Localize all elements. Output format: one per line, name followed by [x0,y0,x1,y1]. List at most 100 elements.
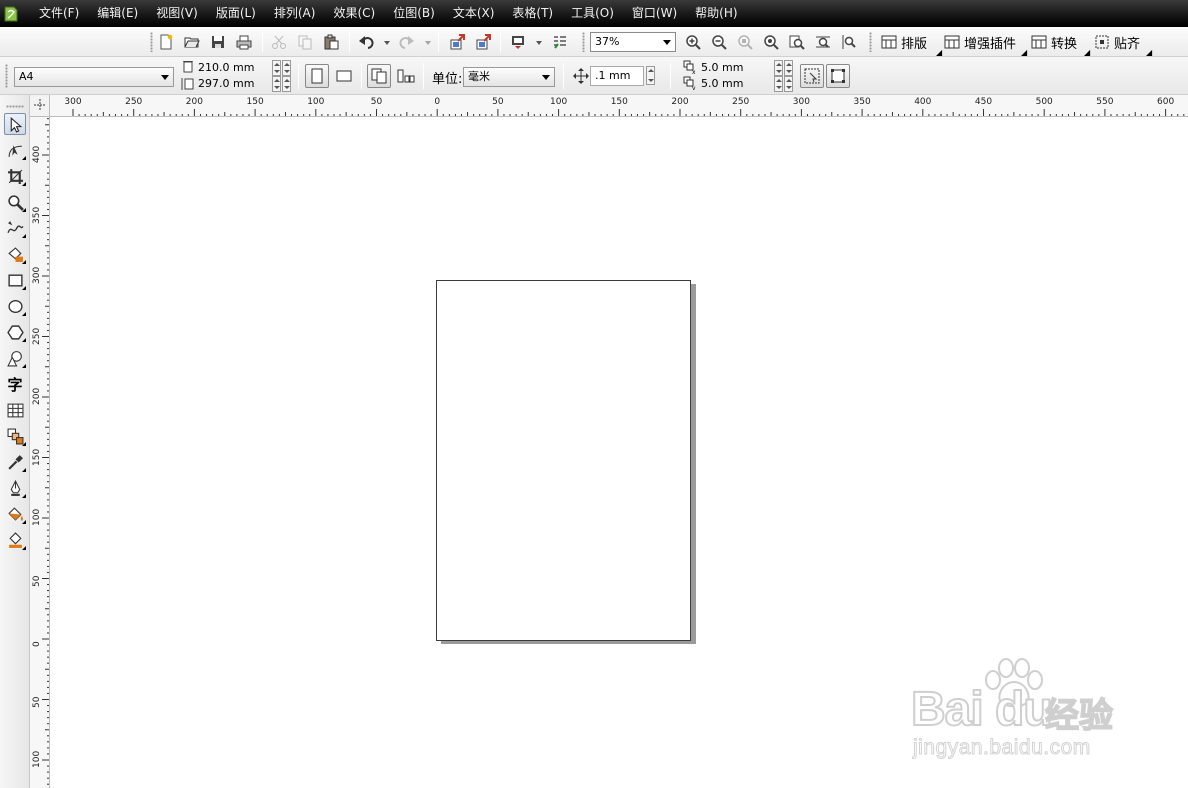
print-icon[interactable] [233,31,255,53]
duplicate-y-spinner-down[interactable] [774,76,783,92]
duplicate-x-spinner-down[interactable] [774,60,783,76]
units-select[interactable]: 毫米 [463,67,555,87]
plugin-enhance-button[interactable]: 增强插件 [944,31,1016,53]
paper-size-select[interactable]: A4 [14,67,174,87]
menu-window[interactable]: 窗口(W) [623,0,686,27]
toolbox-grip[interactable] [6,105,24,108]
page-width-field[interactable]: 210.0 mm [194,60,270,76]
redo-icon[interactable] [395,31,417,53]
import-icon[interactable] [446,31,468,53]
basic-shapes-tool[interactable] [4,347,26,369]
plugin-typesetting-button[interactable]: 排版 [881,31,927,53]
menu-file[interactable]: 文件(F) [30,0,88,27]
toolbox: 字 [0,95,30,788]
zoom-to-selected-icon[interactable] [734,31,756,53]
plugin-snap-button[interactable]: 贴齐 [1094,31,1140,53]
menu-table[interactable]: 表格(T) [503,0,562,27]
page-height-spinner-down[interactable] [272,76,281,92]
undo-icon[interactable] [356,31,378,53]
landscape-orientation-button[interactable] [332,64,356,88]
shape-tool[interactable] [4,139,26,161]
document-page[interactable] [436,280,691,641]
plugin-convert-button[interactable]: 转换 [1031,31,1077,53]
page-height-field[interactable]: 297.0 mm [194,76,270,92]
undo-dropdown-arrow[interactable] [384,41,390,45]
blend-icon [7,428,23,444]
horizontal-ruler[interactable]: 300 250 200 150 100 50 0 50 100 150 200 250 300 350 40… [50,95,1188,117]
draw-object-properties-button[interactable] [826,64,850,88]
crop-tool[interactable] [4,165,26,187]
new-document-icon[interactable] [155,31,177,53]
zoom-in-icon[interactable] [682,31,704,53]
zoom-to-page-icon[interactable] [786,31,808,53]
text-tool[interactable]: 字 [4,373,26,395]
nudge-distance-field[interactable]: .1 mm [590,66,644,86]
rectangle-tool[interactable] [4,269,26,291]
menu-view[interactable]: 视图(V) [147,0,207,27]
page-width-spinner-up[interactable] [282,60,291,76]
menu-bitmaps[interactable]: 位图(B) [384,0,444,27]
toolbar-grip[interactable] [869,32,872,52]
coreldraw-app-icon[interactable] [4,6,18,22]
freehand-tool[interactable] [4,217,26,239]
copy-icon[interactable] [294,31,316,53]
open-folder-icon[interactable] [181,31,203,53]
duplicate-y-spinner-up[interactable] [784,76,793,92]
menu-text[interactable]: 文本(X) [444,0,504,27]
interactive-blend-tool[interactable] [4,425,26,447]
application-launcher-icon[interactable] [507,31,529,53]
fill-tool[interactable] [4,503,26,525]
portrait-orientation-button[interactable] [305,64,329,88]
save-icon[interactable] [207,31,229,53]
duplicate-y-field[interactable]: 5.0 mm [697,76,773,92]
duplicate-x-spinner-up[interactable] [784,60,793,76]
welcome-screen-icon[interactable] [549,31,571,53]
toolbar-separator [349,32,350,52]
all-pages-button[interactable] [367,64,391,88]
svg-text:y: y [692,85,696,90]
toolbar-icon [881,35,897,49]
page-width-spinner-down[interactable] [272,60,281,76]
menu-layout[interactable]: 版面(L) [207,0,265,27]
menu-edit[interactable]: 编辑(E) [88,0,147,27]
zoom-to-all-objects-icon[interactable] [760,31,782,53]
toolbar-separator [423,63,424,89]
zoom-level-select[interactable]: 37% [590,32,676,52]
smart-fill-tool[interactable] [4,243,26,265]
toolbar-grip[interactable] [582,32,585,52]
application-launcher-dropdown-arrow[interactable] [536,41,542,45]
zoom-to-page-height-icon[interactable] [838,31,860,53]
zoom-tool[interactable] [4,191,26,213]
toolbar-grip[interactable] [5,64,8,88]
menu-tools[interactable]: 工具(O) [562,0,623,27]
ruler-label: 50 [32,696,42,708]
menu-help[interactable]: 帮助(H) [686,0,746,27]
baidu-jingyan-watermark: Bai du 经验 jingyan.baidu.com [905,658,1135,770]
zoom-out-icon[interactable] [708,31,730,53]
zoom-to-page-width-icon[interactable] [812,31,834,53]
outline-tool[interactable] [4,477,26,499]
pick-tool[interactable] [4,113,26,135]
treat-as-filled-button[interactable] [800,64,824,88]
flyout-indicator [22,364,26,368]
page-height-spinner-up[interactable] [282,76,291,92]
menu-arrange[interactable]: 排列(A) [265,0,325,27]
redo-dropdown-arrow[interactable] [425,41,431,45]
menu-effects[interactable]: 效果(C) [324,0,384,27]
current-page-button[interactable] [394,64,418,88]
export-icon[interactable] [472,31,494,53]
cut-icon[interactable] [268,31,290,53]
vertical-ruler[interactable]: 400 350 300 250 200 150 100 50 0 50 100 [30,117,50,788]
eyedropper-tool[interactable] [4,451,26,473]
eyedropper-icon [7,454,23,470]
nudge-distance-spinner[interactable] [646,66,655,85]
toolbar-grip[interactable] [150,32,153,52]
ruler-origin-corner[interactable] [30,95,50,117]
polygon-tool[interactable] [4,321,26,343]
ellipse-tool[interactable] [4,295,26,317]
duplicate-x-field[interactable]: 5.0 mm [697,60,773,76]
interactive-fill-tool[interactable] [4,529,26,551]
nudge-distance-value: .1 mm [595,69,631,82]
table-tool[interactable] [4,399,26,421]
paste-icon[interactable] [320,31,342,53]
